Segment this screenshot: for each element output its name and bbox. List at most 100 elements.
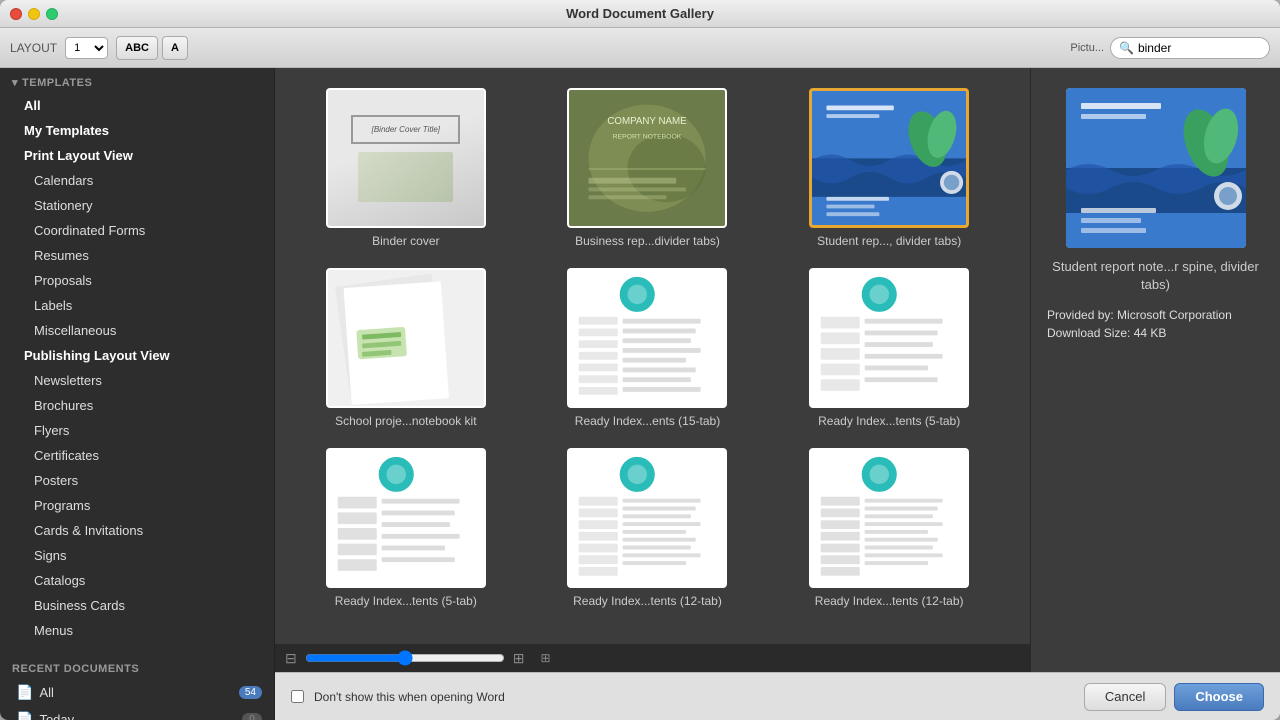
- gallery-label-school-proj: School proje...notebook kit: [335, 414, 476, 428]
- zoom-in-icon: ⊞: [513, 650, 525, 667]
- gallery-item-school-proj[interactable]: School proje...notebook kit: [295, 268, 517, 428]
- svg-text:COMPANY NAME: COMPANY NAME: [608, 116, 688, 127]
- maximize-button[interactable]: [46, 8, 58, 20]
- gallery-label-binder-cover: Binder cover: [372, 234, 439, 248]
- sidebar-item-coordinated-forms[interactable]: Coordinated Forms: [4, 219, 270, 242]
- sidebar-item-business-cards[interactable]: Business Cards: [4, 594, 270, 617]
- search-icon: 🔍: [1119, 41, 1134, 55]
- bottom-bar: Don't show this when opening Word Cancel…: [275, 672, 1280, 720]
- gallery-thumb-student-rep: [809, 88, 969, 228]
- layout-label: LAYOUT: [10, 41, 57, 55]
- gallery-scroll[interactable]: [Binder Cover Title] Binder cover: [275, 68, 1030, 644]
- window-title: Word Document Gallery: [566, 6, 714, 21]
- gallery-thumb-ready-12tab-1: [567, 448, 727, 588]
- sidebar-item-calendars[interactable]: Calendars: [4, 169, 270, 192]
- sidebar-item-catalogs[interactable]: Catalogs: [4, 569, 270, 592]
- sidebar-item-stationery[interactable]: Stationery: [4, 194, 270, 217]
- search-box: 🔍 ✕: [1110, 37, 1270, 59]
- sidebar-item-resumes[interactable]: Resumes: [4, 244, 270, 267]
- sidebar-item-print-layout[interactable]: Print Layout View: [4, 144, 270, 167]
- sidebar-item-newsletters[interactable]: Newsletters: [4, 369, 270, 392]
- business-rep-svg: COMPANY NAME REPORT NOTEBOOK: [569, 90, 725, 227]
- right-panel: [Binder Cover Title] Binder cover: [275, 68, 1280, 720]
- gallery-label-ready-5tab-2: Ready Index...tents (5-tab): [335, 594, 477, 608]
- sidebar-item-menus[interactable]: Menus: [4, 619, 270, 642]
- font-buttons: ABC A: [116, 36, 188, 60]
- sidebar-item-proposals[interactable]: Proposals: [4, 269, 270, 292]
- gallery-area: [Binder Cover Title] Binder cover: [275, 68, 1030, 672]
- recent-docs-header: Recent Documents: [0, 655, 274, 679]
- cancel-button[interactable]: Cancel: [1084, 683, 1166, 711]
- templates-header: ▾ TEMPLATES: [0, 68, 274, 93]
- gallery-item-ready-12tab-1[interactable]: Ready Index...tents (12-tab): [537, 448, 759, 608]
- sidebar-item-certificates[interactable]: Certificates: [4, 444, 270, 467]
- search-input[interactable]: [1138, 41, 1280, 55]
- gallery-thumb-binder-cover: [Binder Cover Title]: [326, 88, 486, 228]
- gallery-label-business-rep: Business rep...divider tabs): [575, 234, 720, 248]
- gallery-item-ready-5tab-1[interactable]: Ready Index...tents (5-tab): [778, 268, 1000, 428]
- sidebar-item-signs[interactable]: Signs: [4, 544, 270, 567]
- gallery-label-ready-15: Ready Index...ents (15-tab): [575, 414, 720, 428]
- gallery-label-ready-12tab-2: Ready Index...tents (12-tab): [815, 594, 964, 608]
- recent-all-icon: 📄: [16, 684, 33, 701]
- gallery-item-business-rep[interactable]: COMPANY NAME REPORT NOTEBOOK Business re…: [537, 88, 759, 248]
- detail-provided: Provided by: Microsoft Corporation: [1047, 308, 1264, 322]
- sidebar-item-flyers[interactable]: Flyers: [4, 419, 270, 442]
- gallery-label-ready-12tab-1: Ready Index...tents (12-tab): [573, 594, 722, 608]
- sidebar-item-publishing-layout[interactable]: Publishing Layout View: [4, 344, 270, 367]
- svg-text:REPORT NOTEBOOK: REPORT NOTEBOOK: [613, 134, 682, 141]
- detail-title: Student report note...r spine, divider t…: [1047, 258, 1264, 294]
- zoom-slider[interactable]: [305, 650, 505, 666]
- ready-15-svg: [569, 270, 725, 407]
- gallery-item-student-rep[interactable]: Student rep..., divider tabs): [778, 88, 1000, 248]
- gallery-detail: [Binder Cover Title] Binder cover: [275, 68, 1280, 672]
- sidebar-item-brochures[interactable]: Brochures: [4, 394, 270, 417]
- minimize-button[interactable]: [28, 8, 40, 20]
- gallery-item-binder-cover[interactable]: [Binder Cover Title] Binder cover: [295, 88, 517, 248]
- sidebar-item-all[interactable]: All: [4, 94, 270, 117]
- gallery-item-ready-15[interactable]: Ready Index...ents (15-tab): [537, 268, 759, 428]
- gallery-label-ready-5tab-1: Ready Index...tents (5-tab): [818, 414, 960, 428]
- font-btn-a[interactable]: A: [162, 36, 188, 60]
- sidebar-item-cards-invitations[interactable]: Cards & Invitations: [4, 519, 270, 542]
- gallery-thumb-ready-15: [567, 268, 727, 408]
- gallery-thumb-ready-5tab-1: [809, 268, 969, 408]
- window: Word Document Gallery LAYOUT 1 14 ABC A …: [0, 0, 1280, 720]
- choose-button[interactable]: Choose: [1174, 683, 1264, 711]
- detail-thumb: [1066, 88, 1246, 248]
- gallery-grid: [Binder Cover Title] Binder cover: [295, 88, 1000, 608]
- ready-5tab-1-svg: [811, 270, 967, 407]
- toolbar: LAYOUT 1 14 ABC A Pictu... 🔍 ✕: [0, 28, 1280, 68]
- titlebar: Word Document Gallery: [0, 0, 1280, 28]
- font-btn-abc[interactable]: ABC: [116, 36, 158, 60]
- zoom-bar: ⊟ ⊞ ⊞: [275, 644, 1030, 672]
- sidebar-item-my-templates[interactable]: My Templates: [4, 119, 270, 142]
- ready-5tab-2-svg: [328, 450, 484, 587]
- gallery-label-student-rep: Student rep..., divider tabs): [817, 234, 961, 248]
- gallery-thumb-ready-5tab-2: [326, 448, 486, 588]
- close-button[interactable]: [10, 8, 22, 20]
- ready-12tab-2-svg: [811, 450, 967, 587]
- dont-show-label: Don't show this when opening Word: [314, 690, 1074, 704]
- detail-thumb-svg: [1066, 88, 1246, 248]
- zoom-out-icon: ⊟: [285, 650, 297, 667]
- bottom-buttons: Cancel Choose: [1084, 683, 1264, 711]
- sidebar-item-programs[interactable]: Programs: [4, 494, 270, 517]
- sidebar-item-miscellaneous[interactable]: Miscellaneous: [4, 319, 270, 342]
- pictures-label: Pictu...: [1070, 42, 1104, 54]
- dont-show-checkbox[interactable]: [291, 690, 304, 703]
- sidebar: ▾ TEMPLATES All My Templates Print Layou…: [0, 68, 275, 720]
- sidebar-item-labels[interactable]: Labels: [4, 294, 270, 317]
- gallery-thumb-school-proj: [326, 268, 486, 408]
- recent-all[interactable]: 📄 All 54: [4, 680, 270, 705]
- sidebar-item-posters[interactable]: Posters: [4, 469, 270, 492]
- gallery-thumb-ready-12tab-2: [809, 448, 969, 588]
- gallery-item-ready-5tab-2[interactable]: Ready Index...tents (5-tab): [295, 448, 517, 608]
- gallery-thumb-business-rep: COMPANY NAME REPORT NOTEBOOK: [567, 88, 727, 228]
- detail-panel: Student report note...r spine, divider t…: [1030, 68, 1280, 672]
- search-area: Pictu... 🔍 ✕: [1070, 37, 1270, 59]
- layout-select[interactable]: 1 14: [65, 37, 108, 59]
- gallery-item-ready-12tab-2[interactable]: Ready Index...tents (12-tab): [778, 448, 1000, 608]
- school-proj-svg: [328, 270, 484, 407]
- recent-today[interactable]: 📄 Today 0: [4, 707, 270, 720]
